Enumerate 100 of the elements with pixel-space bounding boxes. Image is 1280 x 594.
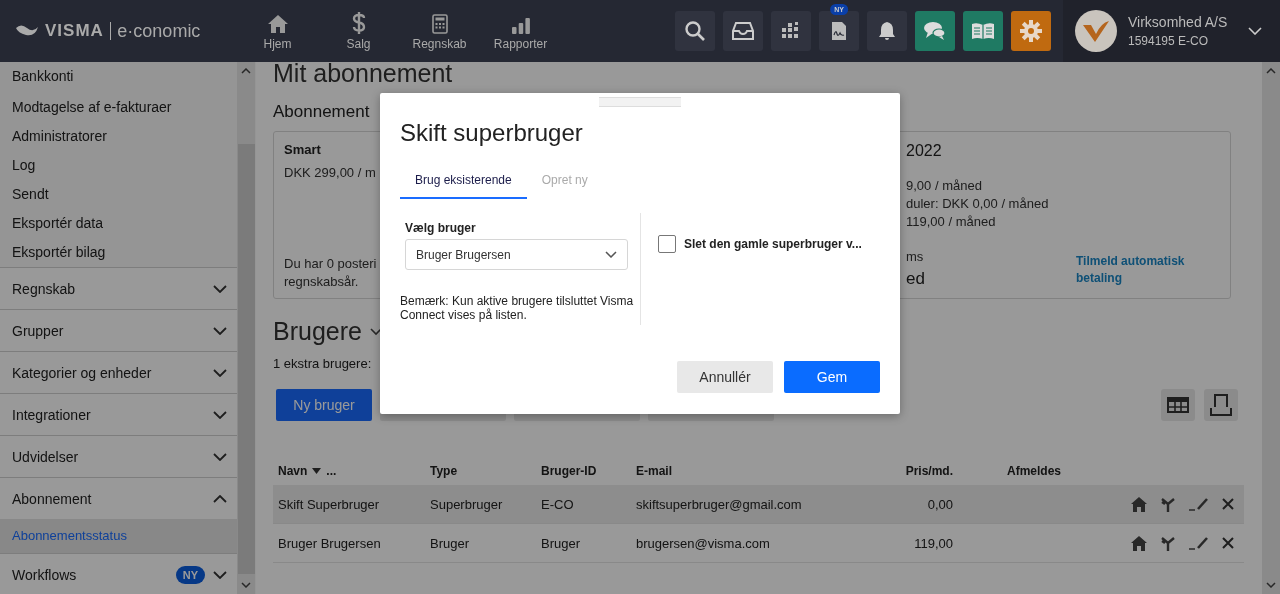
column-header[interactable]: Bruger-ID [536,464,631,478]
bell-button[interactable] [867,11,907,51]
table-row[interactable]: Skift Superbruger Superbruger E-CO skiftsuperbruger@gmail.com 0,00 [273,485,1244,524]
sidebar-group[interactable]: Kategorier og enheder [0,351,237,393]
chevron-down-icon [213,410,227,419]
checkbox-label: Slet den gamle superbruger v... [684,237,862,251]
home-icon [266,14,289,34]
table-view-button[interactable] [1161,389,1195,421]
users-title: Brugere [273,317,362,346]
table-icon [1167,397,1189,413]
grid-icon [782,22,800,40]
home-icon[interactable] [1131,496,1147,512]
field-label: ms [906,249,924,264]
chevron-down-icon [213,452,227,461]
chevron-up-icon [241,68,251,74]
plan-name: Smart [284,142,321,157]
search-button[interactable] [675,11,715,51]
account-menu[interactable]: Virksomhed A/S 1594195 E-CO [1063,0,1280,62]
edit-icon[interactable] [1189,536,1209,550]
dialog-title: Skift superbruger [400,119,584,147]
price-line: 9,00 / måned [906,178,982,193]
settings-icon [1020,20,1042,42]
drag-handle[interactable] [599,97,681,107]
sidebar-link[interactable]: Bankkonti [0,62,237,93]
table-cell: Superbruger [430,496,503,512]
chat-button[interactable] [915,11,955,51]
apps-button[interactable] [771,11,811,51]
gear-button[interactable] [1011,11,1051,51]
branch-icon[interactable] [1160,535,1176,551]
checkbox[interactable] [658,235,676,253]
scrollbar[interactable] [1262,62,1280,594]
logo[interactable]: VISMA e·conomic [0,20,225,42]
column-header[interactable]: E-mail [631,464,861,478]
chevron-down-icon [1248,27,1262,35]
column-header[interactable]: Pris/md. [861,464,953,478]
company-id: 1594195 E-CO [1128,34,1210,48]
price-line: 119,00 / måned [906,214,996,229]
sidebar-link[interactable]: Modtagelse af e-fakturaer [0,93,237,122]
field-label: Vælg bruger [405,221,477,235]
page-title: Mit abonnement [273,58,454,88]
dollar-icon [351,12,366,34]
sidebar-link[interactable]: Eksportér data [0,209,237,238]
chevron-down-icon [213,368,227,377]
company-logo-icon [1075,10,1117,52]
table-cell: 0,00 [927,496,953,512]
posting-note: Du har 0 posteri [284,256,377,271]
chevron-down-icon [213,284,227,293]
print-button[interactable] [1204,389,1238,421]
chevron-down-icon [213,570,227,579]
close-icon[interactable] [1222,537,1234,549]
chevron-up-icon [213,494,227,503]
company-name: Virksomhed A/S [1128,14,1229,30]
nav-item[interactable]: Rapporter [480,11,561,51]
sidebar-group[interactable]: Integrationer [0,393,237,435]
product-name: e·conomic [117,20,201,42]
scrollbar[interactable] [237,62,255,594]
sidebar-link[interactable]: Administratorer [0,122,237,151]
cancel-button[interactable]: Annullér [677,361,773,393]
chevron-down-icon [605,251,617,258]
brand-name: VISMA [45,21,104,41]
tray-icon [732,22,754,40]
table-cell: skiftsuperbruger@gmail.com [636,496,802,512]
inbox-button[interactable] [723,11,763,51]
edit-icon[interactable] [1189,497,1209,511]
save-button[interactable]: Gem [784,361,880,393]
sidebar-group[interactable]: Workflows NY [0,553,237,594]
bar-chart-icon [511,18,530,34]
book-button[interactable] [963,11,1003,51]
chevron-up-icon [1266,68,1276,74]
sidebar-group[interactable]: Udvidelser [0,435,237,477]
search-icon [684,20,706,42]
new-user-button[interactable]: Ny bruger [276,389,372,421]
nav-item[interactable]: Hjem [237,11,318,51]
signed-document-icon [831,21,847,41]
document-button[interactable] [819,11,859,51]
close-icon[interactable] [1222,498,1234,510]
home-icon[interactable] [1131,535,1147,551]
chevron-down-icon[interactable] [369,327,382,336]
tab[interactable]: Brug eksisterende [400,173,527,199]
sidebar-link[interactable]: Sendt [0,180,237,209]
sidebar-group[interactable]: Grupper [0,309,237,351]
branch-icon[interactable] [1160,496,1176,512]
table-cell: E-CO [541,496,574,512]
nav-item[interactable]: Regnskab [399,11,480,51]
user-select[interactable]: Bruger Brugersen [405,239,628,270]
chat-icon [923,21,947,41]
sidebar-link[interactable]: Eksportér bilag [0,238,237,267]
column-header[interactable]: Navn ... [273,464,425,478]
table-cell: Bruger [541,535,581,551]
users-summary: 1 ekstra brugere: [273,356,373,371]
sidebar-link[interactable]: Log [0,151,237,180]
column-header[interactable]: Type [425,464,536,478]
table-cell: 119,00 [914,535,953,551]
column-header[interactable]: Afmeldes [953,464,1103,478]
swoosh-icon [15,24,39,38]
table-cell: Skift Superbruger [278,496,380,512]
sidebar-group[interactable]: Abonnement [0,477,237,519]
nav-item[interactable]: Salg [318,11,399,51]
table-row[interactable]: Bruger Brugersen Bruger Bruger brugersen@visma.com 119,00 [273,524,1244,563]
sidebar-group[interactable]: Regnskab [0,267,237,309]
